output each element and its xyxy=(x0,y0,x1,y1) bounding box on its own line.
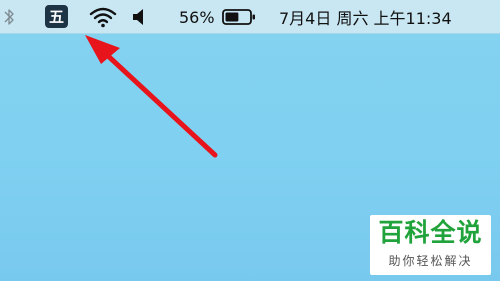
watermark-title: 百科全说 xyxy=(378,218,483,247)
watermark-subtitle: 助你轻松解决 xyxy=(388,254,473,268)
menu-bar: 五 56% 7月4日 周六 上午11:34 xyxy=(0,0,500,34)
battery-percentage: 56% xyxy=(179,7,215,27)
clock-datetime[interactable]: 7月4日 周六 上午11:34 xyxy=(279,0,452,34)
battery-icon[interactable] xyxy=(222,0,256,34)
input-method-icon[interactable]: 五 xyxy=(45,5,68,28)
battery-level-fill xyxy=(225,12,239,22)
baike-watermark: 百科全说 助你轻松解决 xyxy=(370,215,491,275)
wifi-icon[interactable] xyxy=(88,0,118,34)
input-method-label: 五 xyxy=(48,8,64,26)
volume-icon[interactable] xyxy=(132,0,148,34)
bluetooth-icon[interactable] xyxy=(3,0,15,34)
